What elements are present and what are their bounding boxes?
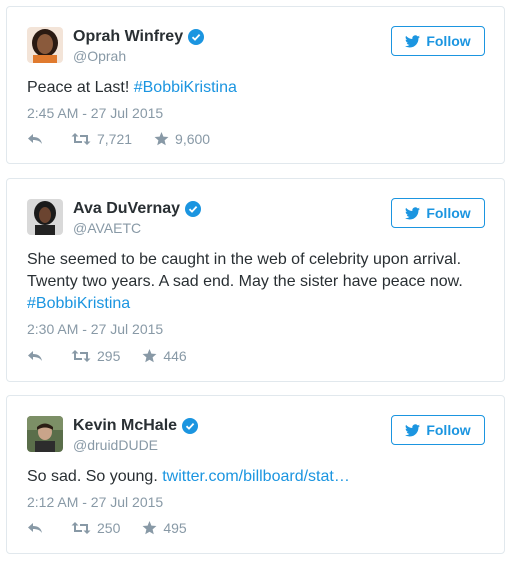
user-handle[interactable]: @Oprah <box>73 48 126 64</box>
follow-label: Follow <box>426 33 471 49</box>
tweet-text: So sad. So young. twitter.com/billboard/… <box>27 468 350 485</box>
avatar[interactable] <box>27 27 63 63</box>
user-name[interactable]: Oprah Winfrey <box>73 28 183 46</box>
avatar[interactable] <box>27 416 63 452</box>
user-name[interactable]: Ava DuVernay <box>73 200 180 218</box>
follow-label: Follow <box>426 205 471 221</box>
retweet-icon <box>71 522 91 534</box>
retweet-icon <box>71 133 91 145</box>
tweet-timestamp[interactable]: 2:30 AM - 27 Jul 2015 <box>27 321 163 337</box>
verified-badge-icon <box>185 201 202 217</box>
twitter-bird-icon <box>405 206 421 219</box>
like-count: 495 <box>163 520 187 536</box>
tweet-card: Kevin McHale @druidDUDE Follow So sad. S… <box>6 395 505 554</box>
follow-button[interactable]: Follow <box>391 26 485 56</box>
retweet-count: 7,721 <box>97 131 133 147</box>
tweet-text: Peace at Last! #BobbiKristina <box>27 79 237 96</box>
like-button[interactable]: 446 <box>142 348 187 364</box>
tweet-link[interactable]: twitter.com/billboard/stat… <box>162 468 350 485</box>
retweet-button[interactable]: 295 <box>71 348 120 364</box>
tweet-card: Oprah Winfrey @Oprah Follow Peace at Las… <box>6 6 505 164</box>
retweet-button[interactable]: 7,721 <box>71 131 132 147</box>
tweet-text: She seemed to be caught in the web of ce… <box>27 251 463 312</box>
star-icon <box>154 132 169 146</box>
follow-label: Follow <box>426 422 471 438</box>
twitter-bird-icon <box>405 423 421 436</box>
verified-badge-icon <box>188 29 205 45</box>
reply-button[interactable] <box>27 132 49 146</box>
tweet-card: Ava DuVernay @AVAETC Follow She seemed t… <box>6 178 505 382</box>
reply-icon <box>28 523 42 533</box>
like-button[interactable]: 9,600 <box>154 131 210 147</box>
hashtag-link[interactable]: #BobbiKristina <box>27 295 130 312</box>
user-handle[interactable]: @druidDUDE <box>73 437 158 453</box>
like-button[interactable]: 495 <box>142 520 187 536</box>
retweet-icon <box>71 350 91 362</box>
hashtag-link[interactable]: #BobbiKristina <box>134 79 237 96</box>
retweet-count: 250 <box>97 520 121 536</box>
star-icon <box>142 521 157 535</box>
tweet-timestamp[interactable]: 2:12 AM - 27 Jul 2015 <box>27 494 163 510</box>
verified-badge-icon <box>182 418 199 434</box>
avatar[interactable] <box>27 199 63 235</box>
tweet-timestamp[interactable]: 2:45 AM - 27 Jul 2015 <box>27 105 163 121</box>
retweet-button[interactable]: 250 <box>71 520 120 536</box>
retweet-count: 295 <box>97 348 121 364</box>
reply-icon <box>28 351 42 361</box>
user-name[interactable]: Kevin McHale <box>73 417 177 435</box>
follow-button[interactable]: Follow <box>391 415 485 445</box>
follow-button[interactable]: Follow <box>391 198 485 228</box>
reply-button[interactable] <box>27 521 49 535</box>
like-count: 446 <box>163 348 187 364</box>
star-icon <box>142 349 157 363</box>
like-count: 9,600 <box>175 131 211 147</box>
twitter-bird-icon <box>405 34 421 47</box>
reply-icon <box>28 134 42 144</box>
reply-button[interactable] <box>27 349 49 363</box>
user-handle[interactable]: @AVAETC <box>73 220 141 236</box>
